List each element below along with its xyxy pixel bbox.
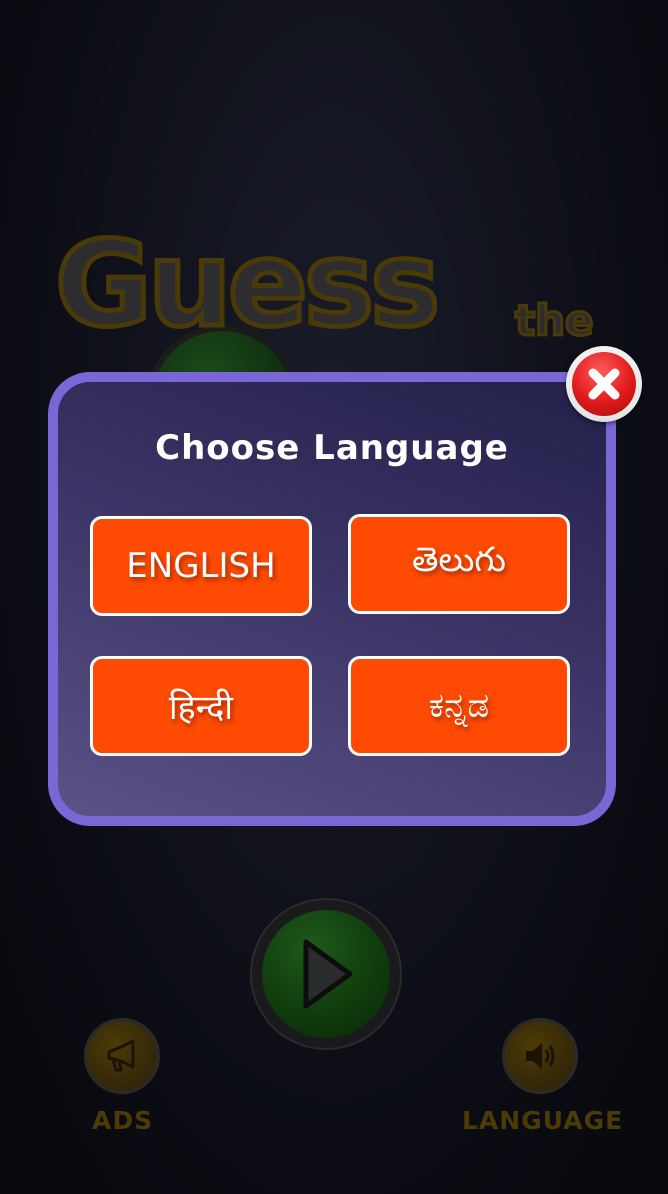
language-button[interactable]: [502, 1018, 578, 1094]
speaker-icon: [526, 1043, 555, 1069]
dialog-title: Choose Language: [155, 428, 509, 468]
megaphone-icon: [107, 1039, 135, 1072]
game-logo-word: Guess: [52, 215, 442, 353]
ads-button[interactable]: [84, 1018, 160, 1094]
play-icon: [303, 939, 353, 1009]
telugu-button[interactable]: తెలుగు: [348, 514, 570, 614]
language-label: LANGUAGE: [462, 1106, 624, 1135]
english-button[interactable]: ENGLISH: [90, 516, 312, 616]
close-icon: [588, 368, 620, 400]
play-button[interactable]: [252, 900, 400, 1048]
close-button[interactable]: [566, 346, 642, 422]
hindi-button[interactable]: हिन्दी: [90, 656, 312, 756]
kannada-button[interactable]: ಕನ್ನಡ: [348, 656, 570, 756]
ads-label: ADS: [92, 1106, 154, 1135]
game-logo-the: the: [513, 296, 594, 345]
choose-language-dialog: Choose Language ENGLISH తెలుగు हिन्दी ಕನ…: [48, 372, 616, 826]
